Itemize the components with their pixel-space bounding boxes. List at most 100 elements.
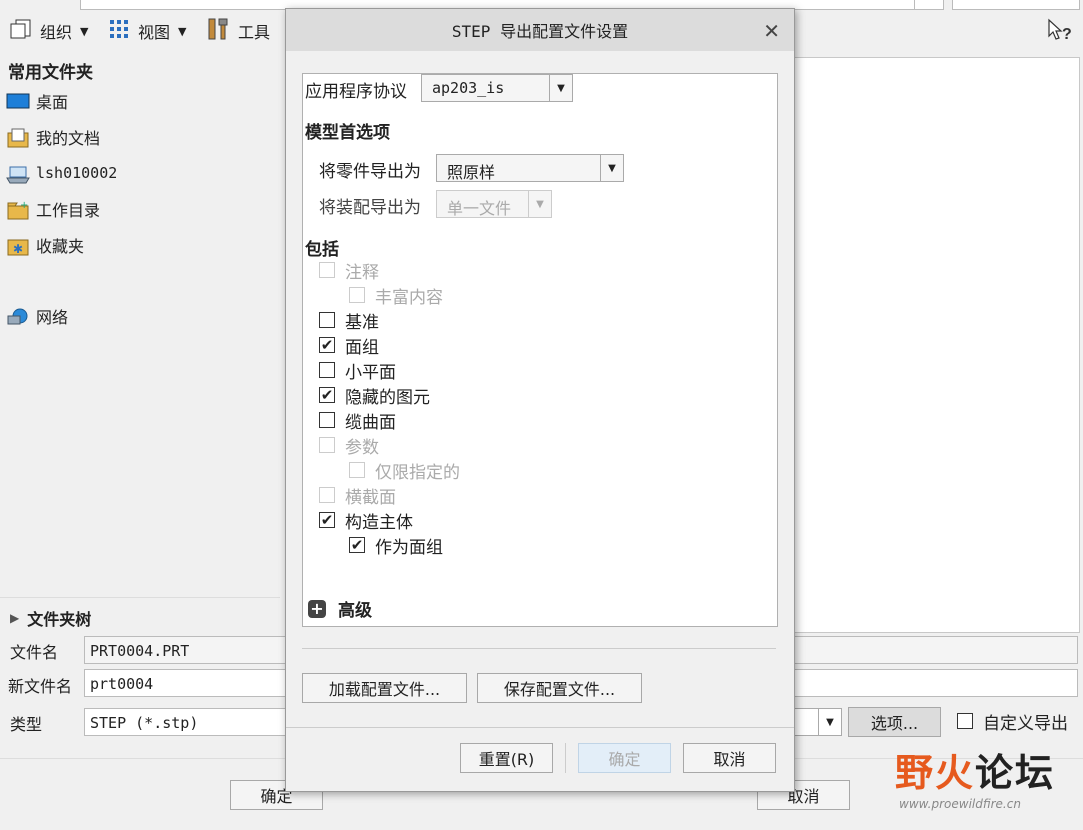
documents-icon (6, 127, 30, 148)
folder-item-label: 收藏夹 (36, 237, 85, 256)
organize-menu[interactable]: 组织 ▼ (8, 19, 89, 42)
include-checkbox-item: 注释 (319, 258, 379, 283)
folder-item-label: 网络 (36, 308, 69, 327)
include-checkbox-item: 参数 (319, 433, 379, 458)
svg-text:✱: ✱ (13, 242, 23, 256)
asm-export-label: 将装配导出为 (319, 198, 421, 218)
dialog-title: STEP 导出配置文件设置 (451, 22, 629, 41)
file-list-area[interactable] (790, 57, 1080, 633)
checkbox-label: 参数 (345, 437, 379, 458)
custom-export-label: 自定义导出 (983, 713, 1068, 734)
app-protocol-label: 应用程序协议 (305, 82, 407, 102)
include-checkbox-item: 横截面 (319, 483, 396, 508)
checkbox-box (349, 462, 365, 478)
grid-view-icon (108, 18, 132, 44)
network-icon (6, 306, 30, 326)
divider (565, 743, 566, 773)
include-checkbox-item[interactable]: 缆曲面 (319, 408, 396, 433)
include-checkbox-item: 丰富内容 (349, 283, 443, 308)
checkbox-label: 丰富内容 (375, 287, 443, 308)
save-config-button[interactable]: 保存配置文件... (477, 673, 642, 703)
checkbox-box[interactable] (319, 362, 335, 378)
checkbox-box[interactable] (319, 312, 335, 328)
include-checkbox-item[interactable]: 基准 (319, 308, 379, 333)
folder-item-workdir[interactable]: + 工作目录 (6, 197, 100, 221)
watermark-text-part: 论坛 (975, 751, 1056, 795)
reset-button[interactable]: 重置(R) (460, 743, 553, 773)
folder-tree-toggle[interactable]: ▶ 文件夹树 (10, 606, 91, 630)
chevron-down-icon: ▼ (528, 191, 551, 217)
address-dropdown[interactable] (914, 0, 944, 10)
watermark-url: www.proewildfire.cn (899, 797, 1021, 811)
checkmark-icon[interactable]: ✔ (349, 537, 365, 553)
checkbox-box (349, 287, 365, 303)
type-select-tail[interactable]: ▼ (790, 708, 842, 736)
checkbox-label: 注释 (345, 262, 379, 283)
part-export-label: 将零件导出为 (319, 162, 421, 182)
checkbox-label: 作为面组 (375, 537, 443, 558)
include-checkbox-item[interactable]: ✔ 作为面组 (349, 533, 443, 558)
settings-panel: 应用程序协议 ap203_is ▼ 模型首选项 将零件导出为 照原样 ▼ 将装配… (302, 73, 778, 627)
checkbox-label: 横截面 (345, 487, 396, 508)
folder-item-label: 工作目录 (36, 201, 101, 220)
filename-label: 文件名 (10, 643, 59, 662)
include-checkbox-item[interactable]: ✔ 构造主体 (319, 508, 413, 533)
checkbox-box (319, 487, 335, 503)
type-select[interactable]: STEP (*.stp) (84, 708, 294, 736)
part-export-value: 照原样 (447, 163, 496, 182)
app-protocol-value: ap203_is (432, 79, 505, 97)
computer-icon (6, 163, 30, 184)
chevron-down-icon: ▼ (549, 75, 572, 101)
new-filename-input-tail[interactable] (790, 669, 1078, 697)
search-box[interactable] (952, 0, 1080, 10)
include-checkbox-item[interactable]: ✔ 隐藏的图元 (319, 383, 430, 408)
checkmark-icon[interactable]: ✔ (319, 387, 335, 403)
chevron-down-icon: ▼ (818, 709, 841, 735)
folder-item-desktop[interactable]: 桌面 (6, 89, 68, 113)
organize-label: 组织 (40, 23, 73, 42)
checkmark-icon[interactable]: ✔ (319, 337, 335, 353)
checkbox-box (319, 262, 335, 278)
close-icon[interactable]: ✕ (763, 19, 780, 43)
folder-item-network[interactable]: 网络 (6, 304, 68, 328)
include-checkbox-item: 仅限指定的 (349, 458, 460, 483)
dialog-ok-button[interactable]: 确定 (578, 743, 671, 773)
working-directory-icon: + (6, 199, 30, 220)
include-checkbox-item[interactable]: 小平面 (319, 358, 396, 383)
options-button[interactable]: 选项... (848, 707, 941, 737)
folder-item-computer[interactable]: lsh010002 (6, 161, 117, 185)
checkbox-box[interactable] (957, 713, 973, 729)
checkbox-label: 缆曲面 (345, 412, 396, 433)
checkbox-box (319, 437, 335, 453)
part-export-select[interactable]: 照原样 ▼ (436, 154, 624, 182)
checkbox-label: 小平面 (345, 362, 396, 383)
checkmark-icon[interactable]: ✔ (319, 512, 335, 528)
dialog-title-bar: STEP 导出配置文件设置 (286, 9, 794, 51)
help-pointer-icon[interactable]: ? (1046, 18, 1074, 47)
dialog-cancel-button[interactable]: 取消 (683, 743, 776, 773)
include-title: 包括 (305, 240, 339, 260)
include-checkbox-item[interactable]: ✔ 面组 (319, 333, 379, 358)
advanced-label: 高级 (338, 601, 372, 621)
folder-item-documents[interactable]: 我的文档 (6, 125, 100, 149)
folder-tree-label: 文件夹树 (27, 610, 92, 629)
tools-label: 工具 (238, 23, 271, 42)
asm-export-value: 单一文件 (447, 199, 512, 218)
app-protocol-select[interactable]: ap203_is ▼ (421, 74, 573, 102)
chevron-down-icon: ▼ (600, 155, 623, 181)
new-filename-input[interactable]: prt0004 (84, 669, 294, 697)
tools-menu[interactable]: 工具 (206, 18, 271, 42)
folder-item-favorites[interactable]: ✱ 收藏夹 (6, 233, 84, 257)
checkbox-box[interactable] (319, 412, 335, 428)
folder-item-label: lsh010002 (36, 164, 118, 182)
forum-watermark-logo: 野火论坛 www.proewildfire.cn (895, 742, 1075, 828)
divider (0, 597, 280, 598)
step-export-dialog: STEP 导出配置文件设置 ✕ 应用程序协议 ap203_is ▼ 模型首选项 … (285, 8, 795, 792)
advanced-toggle[interactable]: + 高级 (308, 596, 372, 621)
folder-item-label: 我的文档 (36, 129, 101, 148)
view-menu[interactable]: 视图 ▼ (108, 20, 186, 42)
favorites-icon: ✱ (6, 235, 30, 256)
chevron-down-icon: ▼ (80, 24, 89, 38)
custom-export-checkbox[interactable]: 自定义导出 (957, 709, 1068, 734)
load-config-button[interactable]: 加载配置文件... (302, 673, 467, 703)
